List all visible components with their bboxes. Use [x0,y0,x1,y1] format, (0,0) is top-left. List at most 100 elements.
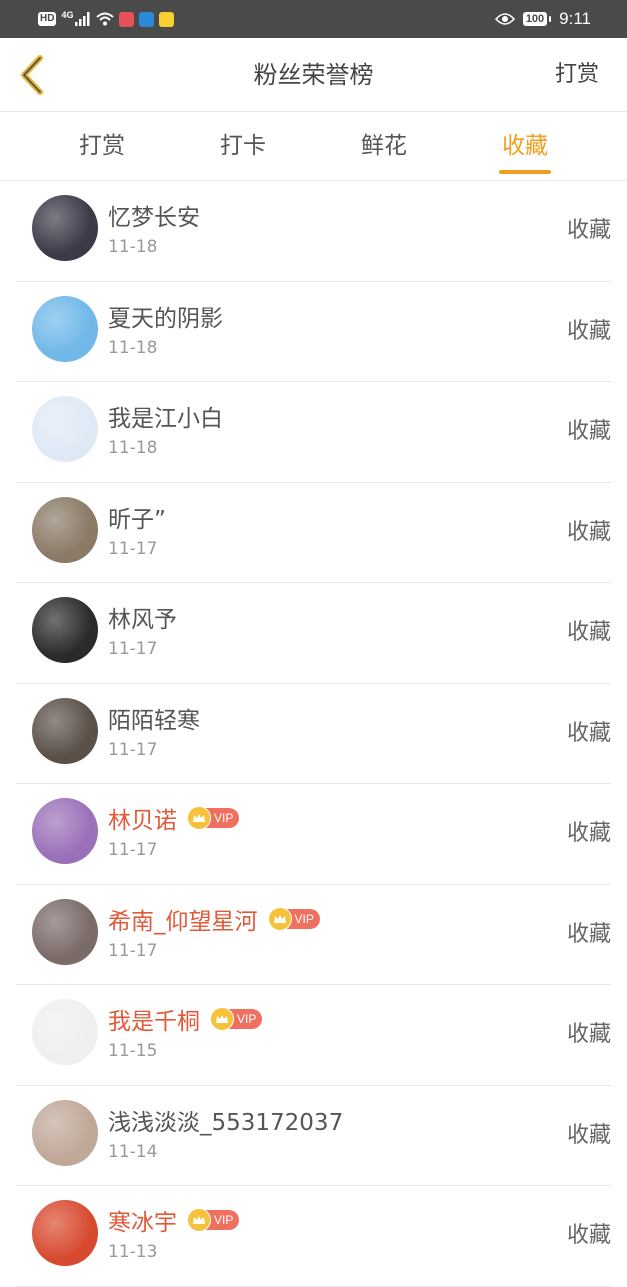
avatar[interactable] [32,597,98,663]
avatar[interactable] [32,798,98,864]
tab-reward[interactable]: 打赏 [62,112,142,181]
tab-bar: 打赏 打卡 鲜花 收藏 [0,112,627,181]
list-item[interactable]: 陌陌轻寒 11-17 收藏 [16,684,611,784]
date-label: 11-13 [108,1242,158,1262]
list-item[interactable]: 我是江小白 11-18 收藏 [16,382,611,483]
vip-badge: VIP [210,1007,263,1031]
user-name[interactable]: 夏天的阴影 [108,299,223,333]
user-name-row: 陌陌轻寒 [108,702,200,734]
header: 粉丝荣誉榜 打赏 [0,38,627,112]
avatar[interactable] [32,1200,98,1266]
avatar[interactable] [32,898,98,965]
list-item[interactable]: 林贝诺 VIP 11-17 收藏 [16,784,611,885]
user-name-row: 林贝诺 VIP [108,801,240,835]
user-name[interactable]: 林贝诺 [108,801,177,835]
vip-label: VIP [214,1213,234,1227]
status-bar: HD 4G 100 9:11 [0,0,627,38]
list-item[interactable]: 忆梦长安 11-18 收藏 [16,181,611,282]
network-type: 4G [61,10,74,20]
game-app-icon [159,11,175,27]
user-name[interactable]: 寒冰宇 [108,1203,177,1237]
wifi-icon [96,12,115,26]
user-name[interactable]: 林风予 [108,600,177,634]
list-item[interactable]: 夏天的阴影 11-18 收藏 [16,282,611,382]
user-name-row: 寒冰宇 VIP [108,1203,240,1237]
favorite-label: 收藏 [566,1223,611,1248]
user-name-row: 我是江小白 [108,400,223,432]
user-name-row: 忆梦长安 [108,199,200,231]
list-item[interactable]: 昕子” 11-17 收藏 [16,483,611,583]
vip-label: VIP [294,911,314,926]
notification-app-icon [119,11,135,27]
date-label: 11-17 [108,538,158,559]
active-tab-indicator [499,170,551,174]
favorite-label: 收藏 [566,620,611,645]
crown-icon [210,1007,234,1031]
date-label: 11-18 [108,237,158,257]
date-label: 11-17 [108,840,158,860]
avatar[interactable] [32,295,98,362]
favorite-label: 收藏 [566,218,611,243]
list-item[interactable]: 浅浅淡淡_553172037 11-14 收藏 [16,1086,611,1186]
signal-icon [75,12,90,26]
list-item[interactable]: 我是千桐 VIP 11-15 收藏 [16,985,611,1086]
date-label: 11-17 [108,739,158,760]
user-name[interactable]: 浅浅淡淡_553172037 [108,1103,343,1137]
vip-badge: VIP [187,1208,240,1232]
vip-badge: VIP [187,806,240,830]
list-item[interactable]: 寒冰宇 VIP 11-13 收藏 [16,1186,611,1287]
crown-icon [187,806,211,830]
date-label: 11-14 [108,1141,158,1162]
avatar[interactable] [32,496,98,563]
date-label: 11-17 [108,940,158,961]
list-item[interactable]: 林风予 11-17 收藏 [16,583,611,684]
user-name-row: 浅浅淡淡_553172037 [108,1104,343,1136]
favorite-label: 收藏 [566,419,611,444]
message-app-icon [139,11,155,27]
user-name-row: 林风予 [108,601,177,633]
user-name-row: 我是千桐 VIP [108,1002,263,1036]
date-label: 11-18 [108,438,158,458]
avatar[interactable] [32,396,98,462]
vip-badge: VIP [267,906,320,931]
date-label: 11-17 [108,639,158,659]
avatar[interactable] [32,1099,98,1166]
date-label: 11-15 [108,1041,158,1061]
avatar[interactable] [32,195,98,261]
user-name[interactable]: 我是千桐 [108,1002,200,1036]
list-item[interactable]: 希南_仰望星河 VIP 11-17 收藏 [16,885,611,985]
favorite-label: 收藏 [566,720,611,746]
clock: 9:11 [559,9,591,28]
favorite-label: 收藏 [566,921,611,947]
status-bar-left: HD 4G [38,10,175,27]
favorite-label: 收藏 [566,1122,611,1148]
favorite-label: 收藏 [566,519,611,545]
favorite-label: 收藏 [566,318,611,344]
user-name-row: 夏天的阴影 [108,300,223,332]
vip-label: VIP [214,811,234,825]
hd-indicator: HD [38,12,57,26]
favorite-label: 收藏 [566,821,611,846]
status-bar-right: 100 9:11 [494,9,591,29]
user-name[interactable]: 我是江小白 [108,399,223,433]
favorite-label: 收藏 [566,1022,611,1047]
page-title: 粉丝荣誉榜 [253,61,374,89]
tab-flowers[interactable]: 鲜花 [344,112,424,181]
avatar[interactable] [32,697,98,764]
user-name[interactable]: 陌陌轻寒 [108,701,200,735]
eye-icon [494,13,515,25]
fan-list: 忆梦长安 11-18 收藏 夏天的阴影 11-18 收藏 我是江小白 11-18 收藏 昕子” 11… [0,181,627,1287]
user-name[interactable]: 忆梦长安 [108,198,200,232]
vip-label: VIP [237,1012,257,1026]
user-name[interactable]: 希南_仰望星河 [108,902,258,936]
date-label: 11-18 [108,337,158,358]
user-name[interactable]: 昕子” [108,500,166,534]
tab-checkin[interactable]: 打卡 [203,112,283,181]
battery-indicator: 100 [522,12,552,26]
reward-button[interactable]: 打赏 [555,38,599,112]
avatar[interactable] [32,999,98,1065]
user-name-row: 昕子” [108,501,166,533]
crown-icon [267,906,292,931]
crown-icon [187,1208,211,1232]
user-name-row: 希南_仰望星河 VIP [108,903,320,935]
